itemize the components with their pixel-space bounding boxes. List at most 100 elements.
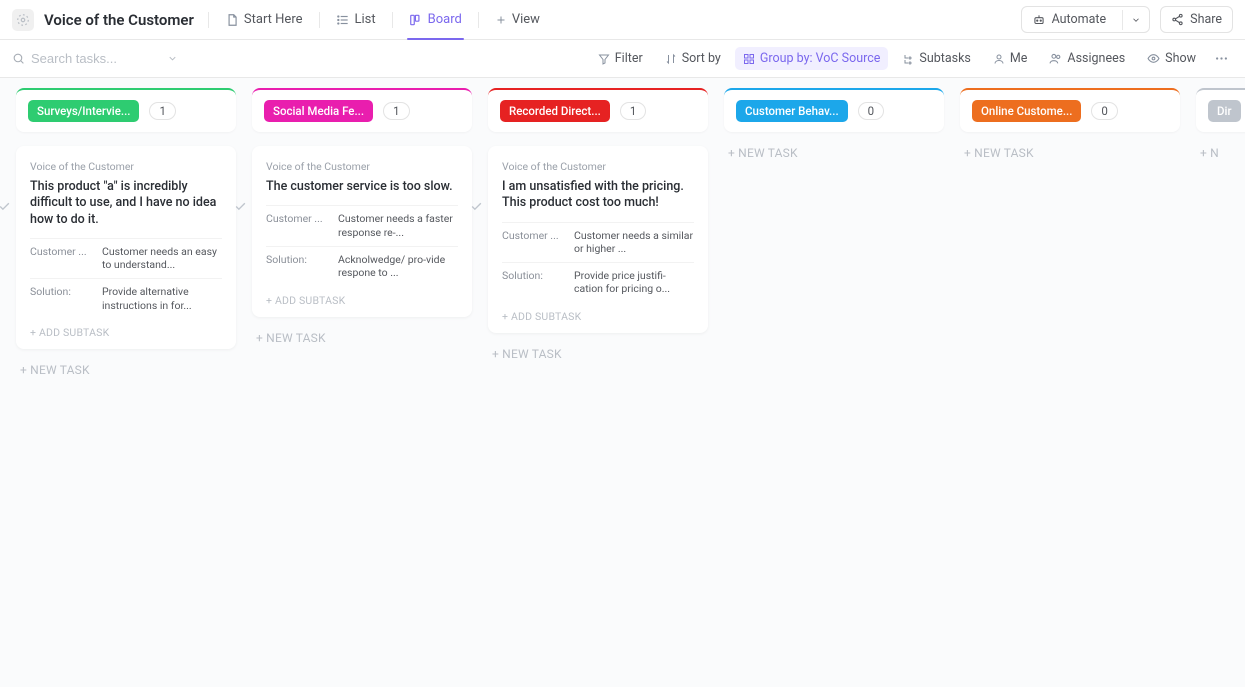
new-task-button[interactable]: + NEW TASK	[960, 132, 1180, 174]
filter-button[interactable]: Filter	[590, 47, 651, 70]
group-icon	[743, 53, 755, 65]
share-button[interactable]: Share	[1160, 6, 1233, 33]
page-title: Voice of the Customer	[44, 11, 194, 29]
subtasks-label: Subtasks	[919, 51, 970, 66]
field-value: Customer needs an easy to understand...	[102, 245, 222, 272]
board-column: Recorded Direct... 1 Voice of the Customer…	[488, 88, 708, 391]
workspace-icon[interactable]	[12, 9, 34, 31]
person-icon	[993, 53, 1005, 65]
sort-icon	[665, 53, 677, 65]
field-value: Provide alternative instructions in for.…	[102, 285, 222, 312]
column-header[interactable]: Dir	[1196, 88, 1245, 132]
card-field: Solution:Provide price justifi-cation fo…	[502, 262, 694, 302]
add-subtask-button[interactable]: + ADD SUBTASK	[30, 318, 222, 339]
tab-board[interactable]: Board	[397, 0, 474, 40]
eye-icon	[1147, 52, 1160, 65]
column-label: Customer Behav...	[736, 100, 848, 122]
more-menu[interactable]	[1210, 47, 1233, 70]
top-bar: Voice of the Customer Start Here List Bo…	[0, 0, 1245, 40]
search-wrap	[12, 51, 202, 66]
assignees-button[interactable]: Assignees	[1041, 47, 1133, 70]
show-button[interactable]: Show	[1139, 47, 1204, 70]
column-count: 0	[1091, 102, 1117, 120]
column-label: Online Custome...	[972, 100, 1081, 122]
me-button[interactable]: Me	[985, 47, 1036, 70]
column-count: 0	[858, 102, 884, 120]
board-column: Customer Behav... 0 + NEW TASK	[724, 88, 944, 391]
people-icon	[1049, 52, 1062, 65]
add-subtask-button[interactable]: + ADD SUBTASK	[266, 286, 458, 307]
column-header[interactable]: Online Custome... 0	[960, 88, 1180, 132]
tab-start-here[interactable]: Start Here	[213, 0, 315, 40]
board-column: Dir+ N	[1196, 88, 1245, 391]
automate-label: Automate	[1052, 12, 1107, 27]
divider	[319, 12, 320, 28]
robot-icon	[1032, 13, 1046, 27]
task-card[interactable]: Voice of the CustomerI am unsatisfied wi…	[488, 146, 708, 333]
chevron-down-icon[interactable]	[167, 53, 178, 64]
card-title: I am unsatisfied with the pricing. This …	[502, 179, 694, 212]
field-label: Solution:	[266, 253, 328, 280]
column-header[interactable]: Recorded Direct... 1	[488, 88, 708, 132]
board-toolbar: Filter Sort by Group by: VoC Source Subt…	[0, 40, 1245, 78]
column-count: 1	[620, 102, 646, 120]
task-card[interactable]: Voice of the Customer The customer servic…	[252, 146, 472, 317]
tab-add-view[interactable]: View	[483, 0, 552, 40]
field-label: Customer ...	[30, 245, 92, 272]
automate-button[interactable]: Automate	[1021, 6, 1151, 33]
new-task-button[interactable]: + N	[1196, 132, 1245, 174]
column-header[interactable]: Customer Behav... 0	[724, 88, 944, 132]
card-title: The customer service is too slow.	[266, 179, 458, 195]
column-header[interactable]: Surveys/Intervie...1	[16, 88, 236, 132]
task-card[interactable]: Voice of the CustomerThis product "a" is…	[16, 146, 236, 349]
board-column: Surveys/Intervie...1 Voice of the Custome…	[16, 88, 236, 391]
subtasks-button[interactable]: Subtasks	[894, 47, 978, 70]
column-label: Surveys/Intervie...	[28, 100, 139, 122]
tab-label: Start Here	[244, 12, 303, 27]
field-label: Customer ...	[266, 212, 328, 239]
field-label: Customer ...	[502, 229, 564, 256]
assignees-label: Assignees	[1067, 51, 1125, 66]
sort-label: Sort by	[682, 51, 721, 66]
list-icon	[336, 13, 350, 27]
subtasks-icon	[902, 53, 914, 65]
share-label: Share	[1190, 12, 1222, 27]
board-area: Surveys/Intervie...1Voice of the Custome…	[0, 78, 1245, 687]
new-task-button[interactable]: + NEW TASK	[488, 333, 708, 375]
new-task-button[interactable]: + NEW TASK	[252, 317, 472, 359]
column-header[interactable]: Social Media Fe... 1	[252, 88, 472, 132]
sort-button[interactable]: Sort by	[657, 47, 729, 70]
filter-icon	[598, 53, 610, 65]
card-breadcrumb: Voice of the Customer	[30, 160, 222, 173]
board-icon	[409, 13, 423, 27]
column-label: Recorded Direct...	[500, 100, 610, 122]
group-by-button[interactable]: Group by: VoC Source	[735, 47, 889, 70]
check-icon[interactable]	[470, 200, 483, 213]
search-input[interactable]	[31, 51, 161, 66]
tab-label: List	[355, 12, 376, 27]
card-field: Customer ... Customer needs a similar or …	[502, 222, 694, 262]
automate-dropdown[interactable]	[1122, 10, 1149, 30]
card-breadcrumb: Voice of the Customer	[266, 160, 458, 173]
filter-label: Filter	[615, 51, 643, 66]
search-icon	[12, 52, 25, 65]
new-task-button[interactable]: + NEW TASK	[724, 132, 944, 174]
card-field: Solution: Provide alternative instruction…	[30, 278, 222, 318]
board-column: Social Media Fe... 1 Voice of the Customer…	[252, 88, 472, 391]
add-subtask-button[interactable]: + ADD SUBTASK	[502, 302, 694, 323]
column-count: 1	[383, 102, 409, 120]
field-value: Customer needs a faster response re-...	[338, 212, 458, 239]
card-field: Solution:Acknolwedge/ pro-vide respone t…	[266, 246, 458, 286]
field-value: Customer needs a similar or higher ...	[574, 229, 694, 256]
check-icon[interactable]	[234, 200, 247, 213]
divider	[208, 12, 209, 28]
card-field: Customer ... Customer needs a faster resp…	[266, 205, 458, 245]
field-label: Solution:	[30, 285, 92, 312]
doc-icon	[225, 13, 239, 27]
check-icon[interactable]	[0, 200, 11, 213]
plus-icon	[495, 14, 507, 26]
tab-list[interactable]: List	[324, 0, 388, 40]
new-task-button[interactable]: + NEW TASK	[16, 349, 236, 391]
divider	[478, 12, 479, 28]
column-label: Social Media Fe...	[264, 100, 373, 122]
